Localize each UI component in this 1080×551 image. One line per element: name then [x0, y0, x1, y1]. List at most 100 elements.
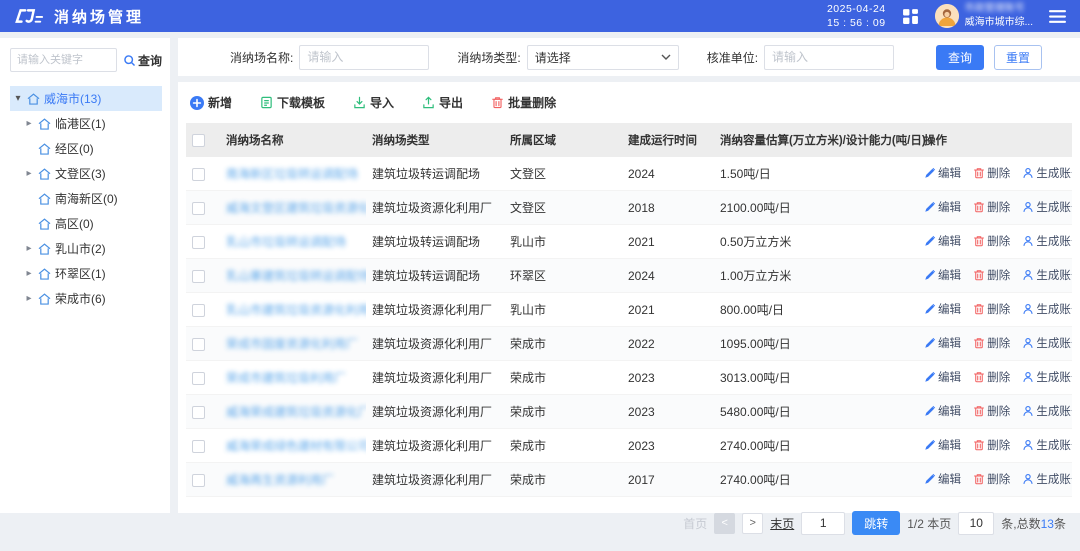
caret-right-icon[interactable]: ▸ — [24, 118, 34, 129]
edit-button[interactable]: 编辑 — [924, 199, 961, 215]
edit-button[interactable]: 编辑 — [924, 369, 961, 385]
row-checkbox[interactable] — [192, 202, 205, 215]
select-all-checkbox[interactable] — [192, 134, 205, 147]
row-checkbox[interactable] — [192, 338, 205, 351]
delete-button[interactable]: 删除 — [973, 437, 1010, 453]
col-capacity: 消纳容量估算(万立方米)/设计能力(吨/日) — [714, 123, 918, 157]
delete-button[interactable]: 删除 — [973, 199, 1010, 215]
add-button[interactable]: 新增 — [190, 94, 232, 111]
row-checkbox[interactable] — [192, 236, 205, 249]
user-account[interactable]: 市政管理账号 威海市城市综... — [935, 2, 1033, 30]
sidebar-tree-item[interactable]: ▸ 环翠区(1) — [10, 261, 162, 286]
caret-down-icon[interactable]: ▾ — [13, 93, 23, 104]
delete-button[interactable]: 删除 — [973, 267, 1010, 283]
site-name-link[interactable]: 威海文登区建筑垃圾资源化利用厂 — [226, 201, 366, 215]
table-body: 南海新区垃圾转运调配场 建筑垃圾转运调配场 文登区 2024 1.50吨/日 编… — [186, 157, 1072, 497]
reset-button[interactable]: 重置 — [994, 45, 1042, 70]
import-button[interactable]: 导入 — [353, 94, 394, 111]
home-icon — [38, 268, 51, 280]
site-name-link[interactable]: 乳山市垃圾转运调配场 — [226, 235, 346, 249]
delete-button[interactable]: 删除 — [973, 369, 1010, 385]
query-button[interactable]: 查询 — [936, 45, 984, 70]
sidebar-tree-item[interactable]: ▸ 文登区(3) — [10, 161, 162, 186]
delete-button[interactable]: 删除 — [973, 335, 1010, 351]
edit-button[interactable]: 编辑 — [924, 403, 961, 419]
sidebar-tree-item[interactable]: ▸ 临港区(1) — [10, 111, 162, 136]
download-template-button[interactable]: 下载模板 — [260, 94, 325, 111]
delete-button[interactable]: 删除 — [973, 403, 1010, 419]
jump-button[interactable]: 跳转 — [852, 511, 900, 535]
site-name-link[interactable]: 荣成市固废资源化利用厂 — [226, 337, 358, 351]
caret-right-icon[interactable]: ▸ — [24, 243, 34, 254]
delete-button[interactable]: 删除 — [973, 301, 1010, 317]
sites-table: 消纳场名称 消纳场类型 所属区域 建成运行时间 消纳容量估算(万立方米)/设计能… — [186, 123, 1072, 497]
generate-account-button[interactable]: 生成账号 — [1022, 301, 1072, 317]
first-page-button[interactable]: 首页 — [683, 515, 707, 532]
site-name-link[interactable]: 乳山寨建筑垃圾转运调配场 — [226, 269, 366, 283]
row-checkbox[interactable] — [192, 406, 205, 419]
row-checkbox[interactable] — [192, 304, 205, 317]
page-size-input[interactable] — [958, 512, 994, 535]
generate-account-button[interactable]: 生成账号 — [1022, 199, 1072, 215]
site-name-link[interactable]: 乳山市建筑垃圾资源化利用厂 — [226, 303, 366, 317]
tree-item-root-selected[interactable]: ▾ 威海市(13) — [10, 86, 162, 111]
generate-account-button[interactable]: 生成账号 — [1022, 233, 1072, 249]
generate-account-button[interactable]: 生成账号 — [1022, 471, 1072, 487]
table-row: 乳山市垃圾转运调配场 建筑垃圾转运调配场 乳山市 2021 0.50万立方米 编… — [186, 225, 1072, 259]
sidebar-tree-item[interactable]: ▸ 高区(0) — [10, 211, 162, 236]
sidebar-tree-item[interactable]: ▸ 南海新区(0) — [10, 186, 162, 211]
row-checkbox[interactable] — [192, 372, 205, 385]
col-actions: 操作 — [918, 123, 1072, 157]
site-name-link[interactable]: 威海荣成绿色建材有限公司 — [226, 439, 366, 453]
capacity-cell: 1.50吨/日 — [714, 157, 918, 191]
caret-right-icon[interactable]: ▸ — [24, 268, 34, 279]
export-button[interactable]: 导出 — [422, 94, 463, 111]
edit-button[interactable]: 编辑 — [924, 471, 961, 487]
site-name-link[interactable]: 荣成市建筑垃圾利用厂 — [226, 371, 346, 385]
last-page-button[interactable]: 末页 — [770, 515, 794, 532]
edit-button[interactable]: 编辑 — [924, 437, 961, 453]
edit-button[interactable]: 编辑 — [924, 335, 961, 351]
capacity-cell: 2100.00吨/日 — [714, 191, 918, 225]
caret-right-icon[interactable]: ▸ — [24, 168, 34, 179]
generate-account-button[interactable]: 生成账号 — [1022, 369, 1072, 385]
row-checkbox[interactable] — [192, 440, 205, 453]
next-page-button[interactable]: > — [742, 513, 763, 534]
delete-button[interactable]: 删除 — [973, 471, 1010, 487]
apps-grid-icon[interactable] — [902, 8, 919, 25]
row-checkbox[interactable] — [192, 168, 205, 181]
prev-page-button[interactable]: < — [714, 513, 735, 534]
region-cell: 荣成市 — [504, 327, 622, 361]
edit-button[interactable]: 编辑 — [924, 301, 961, 317]
generate-account-button[interactable]: 生成账号 — [1022, 165, 1072, 181]
keyword-search-input[interactable] — [10, 48, 117, 72]
site-name-link[interactable]: 南海新区垃圾转运调配场 — [226, 167, 358, 181]
site-name-link[interactable]: 威海荣成建筑垃圾资源化厂 — [226, 405, 366, 419]
edit-button[interactable]: 编辑 — [924, 165, 961, 181]
sidebar-tree-item[interactable]: ▸ 荣成市(6) — [10, 286, 162, 311]
sidebar-search-button[interactable]: 查询 — [123, 52, 162, 69]
sidebar-tree-item[interactable]: ▸ 乳山市(2) — [10, 236, 162, 261]
row-checkbox[interactable] — [192, 474, 205, 487]
caret-right-icon[interactable]: ▸ — [24, 293, 34, 304]
table-row: 乳山市建筑垃圾资源化利用厂 建筑垃圾资源化利用厂 乳山市 2021 800.00… — [186, 293, 1072, 327]
menu-hamburger-icon[interactable] — [1049, 9, 1066, 24]
site-name-link[interactable]: 威海再生资源利用厂 — [226, 473, 334, 487]
approval-unit-filter-input[interactable] — [764, 45, 894, 70]
delete-button[interactable]: 删除 — [973, 165, 1010, 181]
site-type-select[interactable]: 请选择 — [527, 45, 679, 70]
page-number-input[interactable] — [801, 512, 845, 535]
batch-delete-button[interactable]: 批量删除 — [491, 94, 556, 111]
generate-account-button[interactable]: 生成账号 — [1022, 437, 1072, 453]
generate-account-button[interactable]: 生成账号 — [1022, 403, 1072, 419]
edit-button[interactable]: 编辑 — [924, 233, 961, 249]
col-region: 所属区域 — [504, 123, 622, 157]
edit-button[interactable]: 编辑 — [924, 267, 961, 283]
delete-button[interactable]: 删除 — [973, 233, 1010, 249]
row-checkbox[interactable] — [192, 270, 205, 283]
generate-account-button[interactable]: 生成账号 — [1022, 335, 1072, 351]
generate-account-button[interactable]: 生成账号 — [1022, 267, 1072, 283]
page-title: 消纳场管理 — [54, 6, 144, 27]
sidebar-tree-item[interactable]: ▸ 经区(0) — [10, 136, 162, 161]
site-name-filter-input[interactable] — [299, 45, 429, 70]
